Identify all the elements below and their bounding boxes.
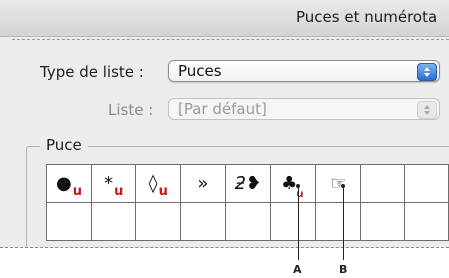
callout-line-a (298, 186, 299, 260)
callout-line-b (343, 186, 344, 260)
up-down-arrows-icon (417, 101, 437, 119)
list-popup[interactable]: [Par défaut] (168, 98, 440, 120)
bullet-cell[interactable]: ♣u (270, 164, 317, 203)
unicode-marker: u (158, 184, 168, 199)
bullet-cell[interactable] (360, 202, 406, 241)
bullets-numbering-dialog: Puces et numérota Type de liste : Puces … (0, 0, 449, 248)
bullet-glyph: * (104, 173, 114, 194)
bullet-character-grid: ●u *u ◊u » ƻ❥ ♣u ☞ (46, 164, 449, 241)
bullet-cell[interactable]: ●u (46, 164, 92, 203)
callout-label-a: A (293, 263, 302, 276)
bullet-glyph: ƻ❥ (234, 173, 262, 194)
bullet-glyph: ● (55, 173, 72, 194)
callout-dot-a (296, 184, 300, 188)
bullet-glyph: ◊ (148, 173, 158, 194)
up-down-arrows-icon (417, 63, 437, 81)
bullet-cell[interactable] (135, 202, 182, 241)
bullet-cell[interactable] (270, 202, 317, 241)
list-type-label: Type de liste : (40, 63, 144, 81)
bullet-cell[interactable] (46, 202, 92, 241)
callout-dot-b (341, 184, 345, 188)
bullet-cell[interactable]: ƻ❥ (224, 164, 272, 203)
bullet-cell[interactable] (224, 202, 272, 241)
cut-line-top (12, 39, 449, 40)
bullet-cell[interactable] (315, 202, 362, 241)
bullet-cell[interactable] (404, 202, 449, 241)
callout-label-b: B (339, 263, 348, 276)
cut-line-bottom (0, 247, 449, 248)
bullet-group-label: Puce (40, 136, 88, 154)
list-type-value: Puces (178, 62, 222, 80)
bullet-cell[interactable] (360, 164, 406, 203)
list-value: [Par défaut] (178, 100, 267, 118)
bullet-cell[interactable] (90, 202, 137, 241)
bullet-glyph: ♣ (281, 173, 298, 194)
bullet-cell[interactable]: *u (90, 164, 137, 203)
unicode-marker: u (114, 184, 124, 199)
bullet-cell[interactable]: ◊u (135, 164, 182, 203)
list-label: Liste : (108, 101, 154, 119)
bullet-cell[interactable] (404, 164, 449, 203)
bullet-cell[interactable] (180, 202, 226, 241)
title-bar: Puces et numérota (0, 0, 449, 37)
bullet-cell[interactable]: ☞ (315, 164, 362, 203)
bullet-cell[interactable]: » (180, 164, 226, 203)
bullet-glyph: » (197, 173, 209, 194)
dialog-title: Puces et numérota (296, 8, 438, 26)
unicode-marker: u (72, 184, 82, 199)
list-type-popup[interactable]: Puces (168, 60, 440, 82)
